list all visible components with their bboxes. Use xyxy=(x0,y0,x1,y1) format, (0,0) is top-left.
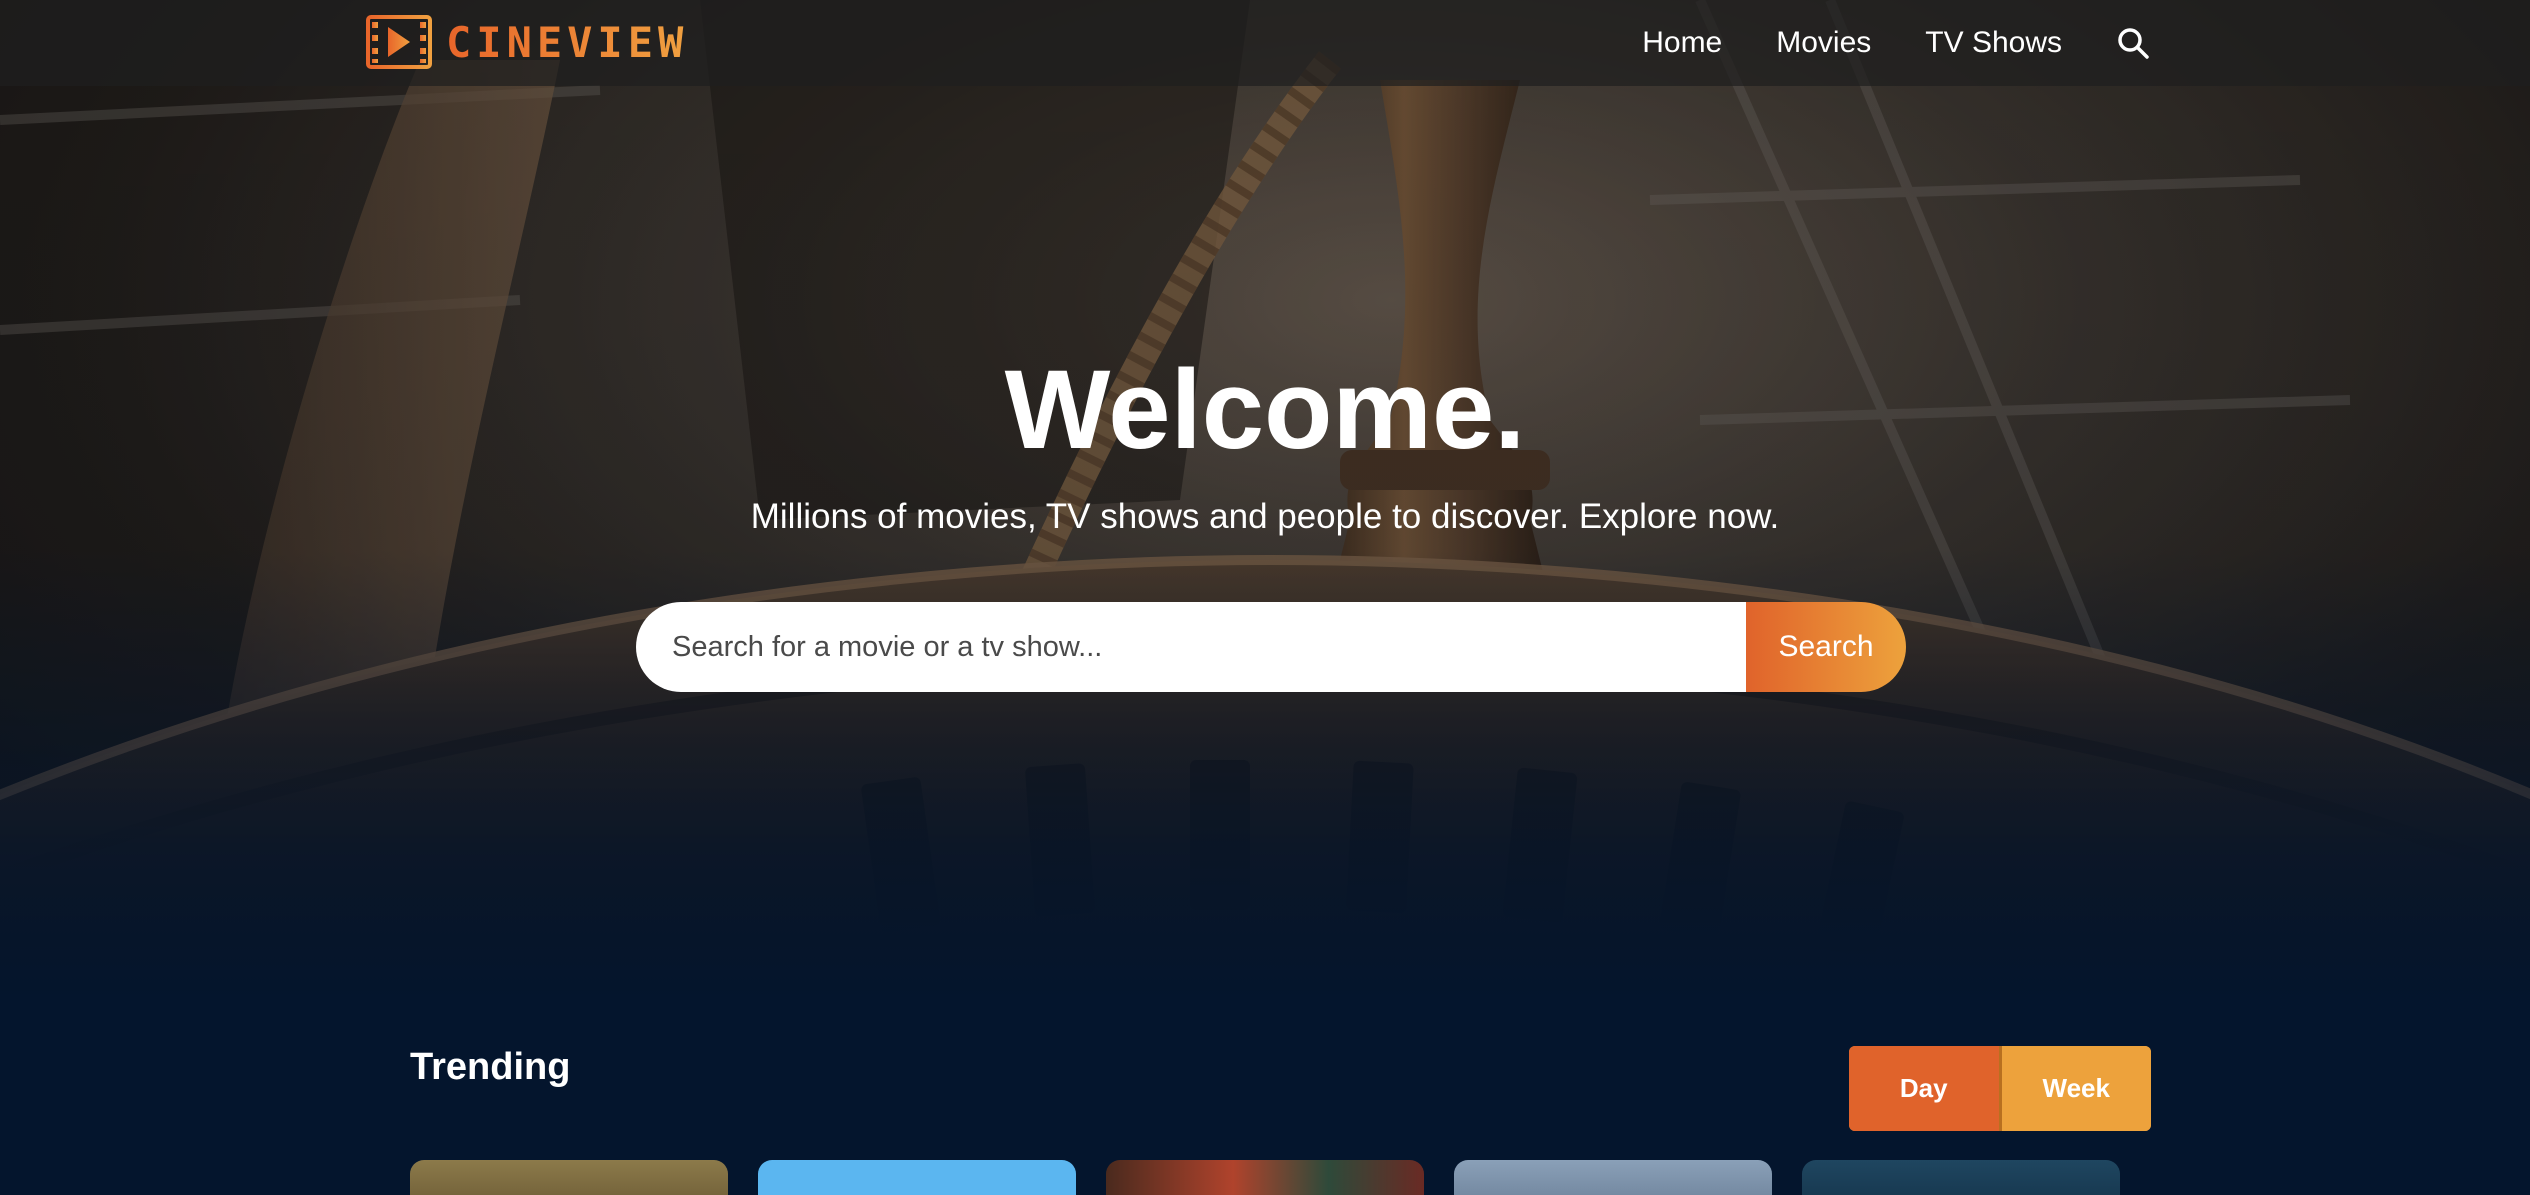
trending-card[interactable] xyxy=(758,1160,1076,1195)
logo[interactable]: CINEVIEW xyxy=(366,14,688,70)
trending-card[interactable] xyxy=(1454,1160,1772,1195)
trending-card[interactable] xyxy=(1802,1160,2120,1195)
page: CINEVIEW Home Movies TV Shows Welcome. M… xyxy=(0,0,2530,1195)
nav-movies[interactable]: Movies xyxy=(1776,26,1871,60)
trending-title: Trending xyxy=(410,1046,571,1088)
trending-card[interactable] xyxy=(1106,1160,1424,1195)
tab-day[interactable]: Day xyxy=(1849,1046,1999,1131)
search-icon[interactable] xyxy=(2116,26,2150,60)
hero-subtitle: Millions of movies, TV shows and people … xyxy=(750,497,1780,536)
hero-content: Welcome. Millions of movies, TV shows an… xyxy=(0,340,2530,540)
header: CINEVIEW Home Movies TV Shows xyxy=(0,0,2530,86)
logo-text: CINEVIEW xyxy=(446,17,689,67)
trending-time-switch: Day Week xyxy=(1849,1046,2151,1131)
main-nav: Home Movies TV Shows xyxy=(1642,0,2150,86)
search-input[interactable] xyxy=(636,602,1746,692)
hero-search-bar: Search xyxy=(636,602,1906,692)
trending-card[interactable] xyxy=(410,1160,728,1195)
nav-home[interactable]: Home xyxy=(1642,26,1722,60)
film-play-logo-icon xyxy=(366,15,432,69)
nav-tv-shows[interactable]: TV Shows xyxy=(1925,26,2062,60)
hero-title: Welcome. xyxy=(1004,347,1526,472)
search-button[interactable]: Search xyxy=(1746,602,1906,692)
tab-week[interactable]: Week xyxy=(1998,1046,2151,1131)
trending-carousel xyxy=(410,1160,2120,1195)
